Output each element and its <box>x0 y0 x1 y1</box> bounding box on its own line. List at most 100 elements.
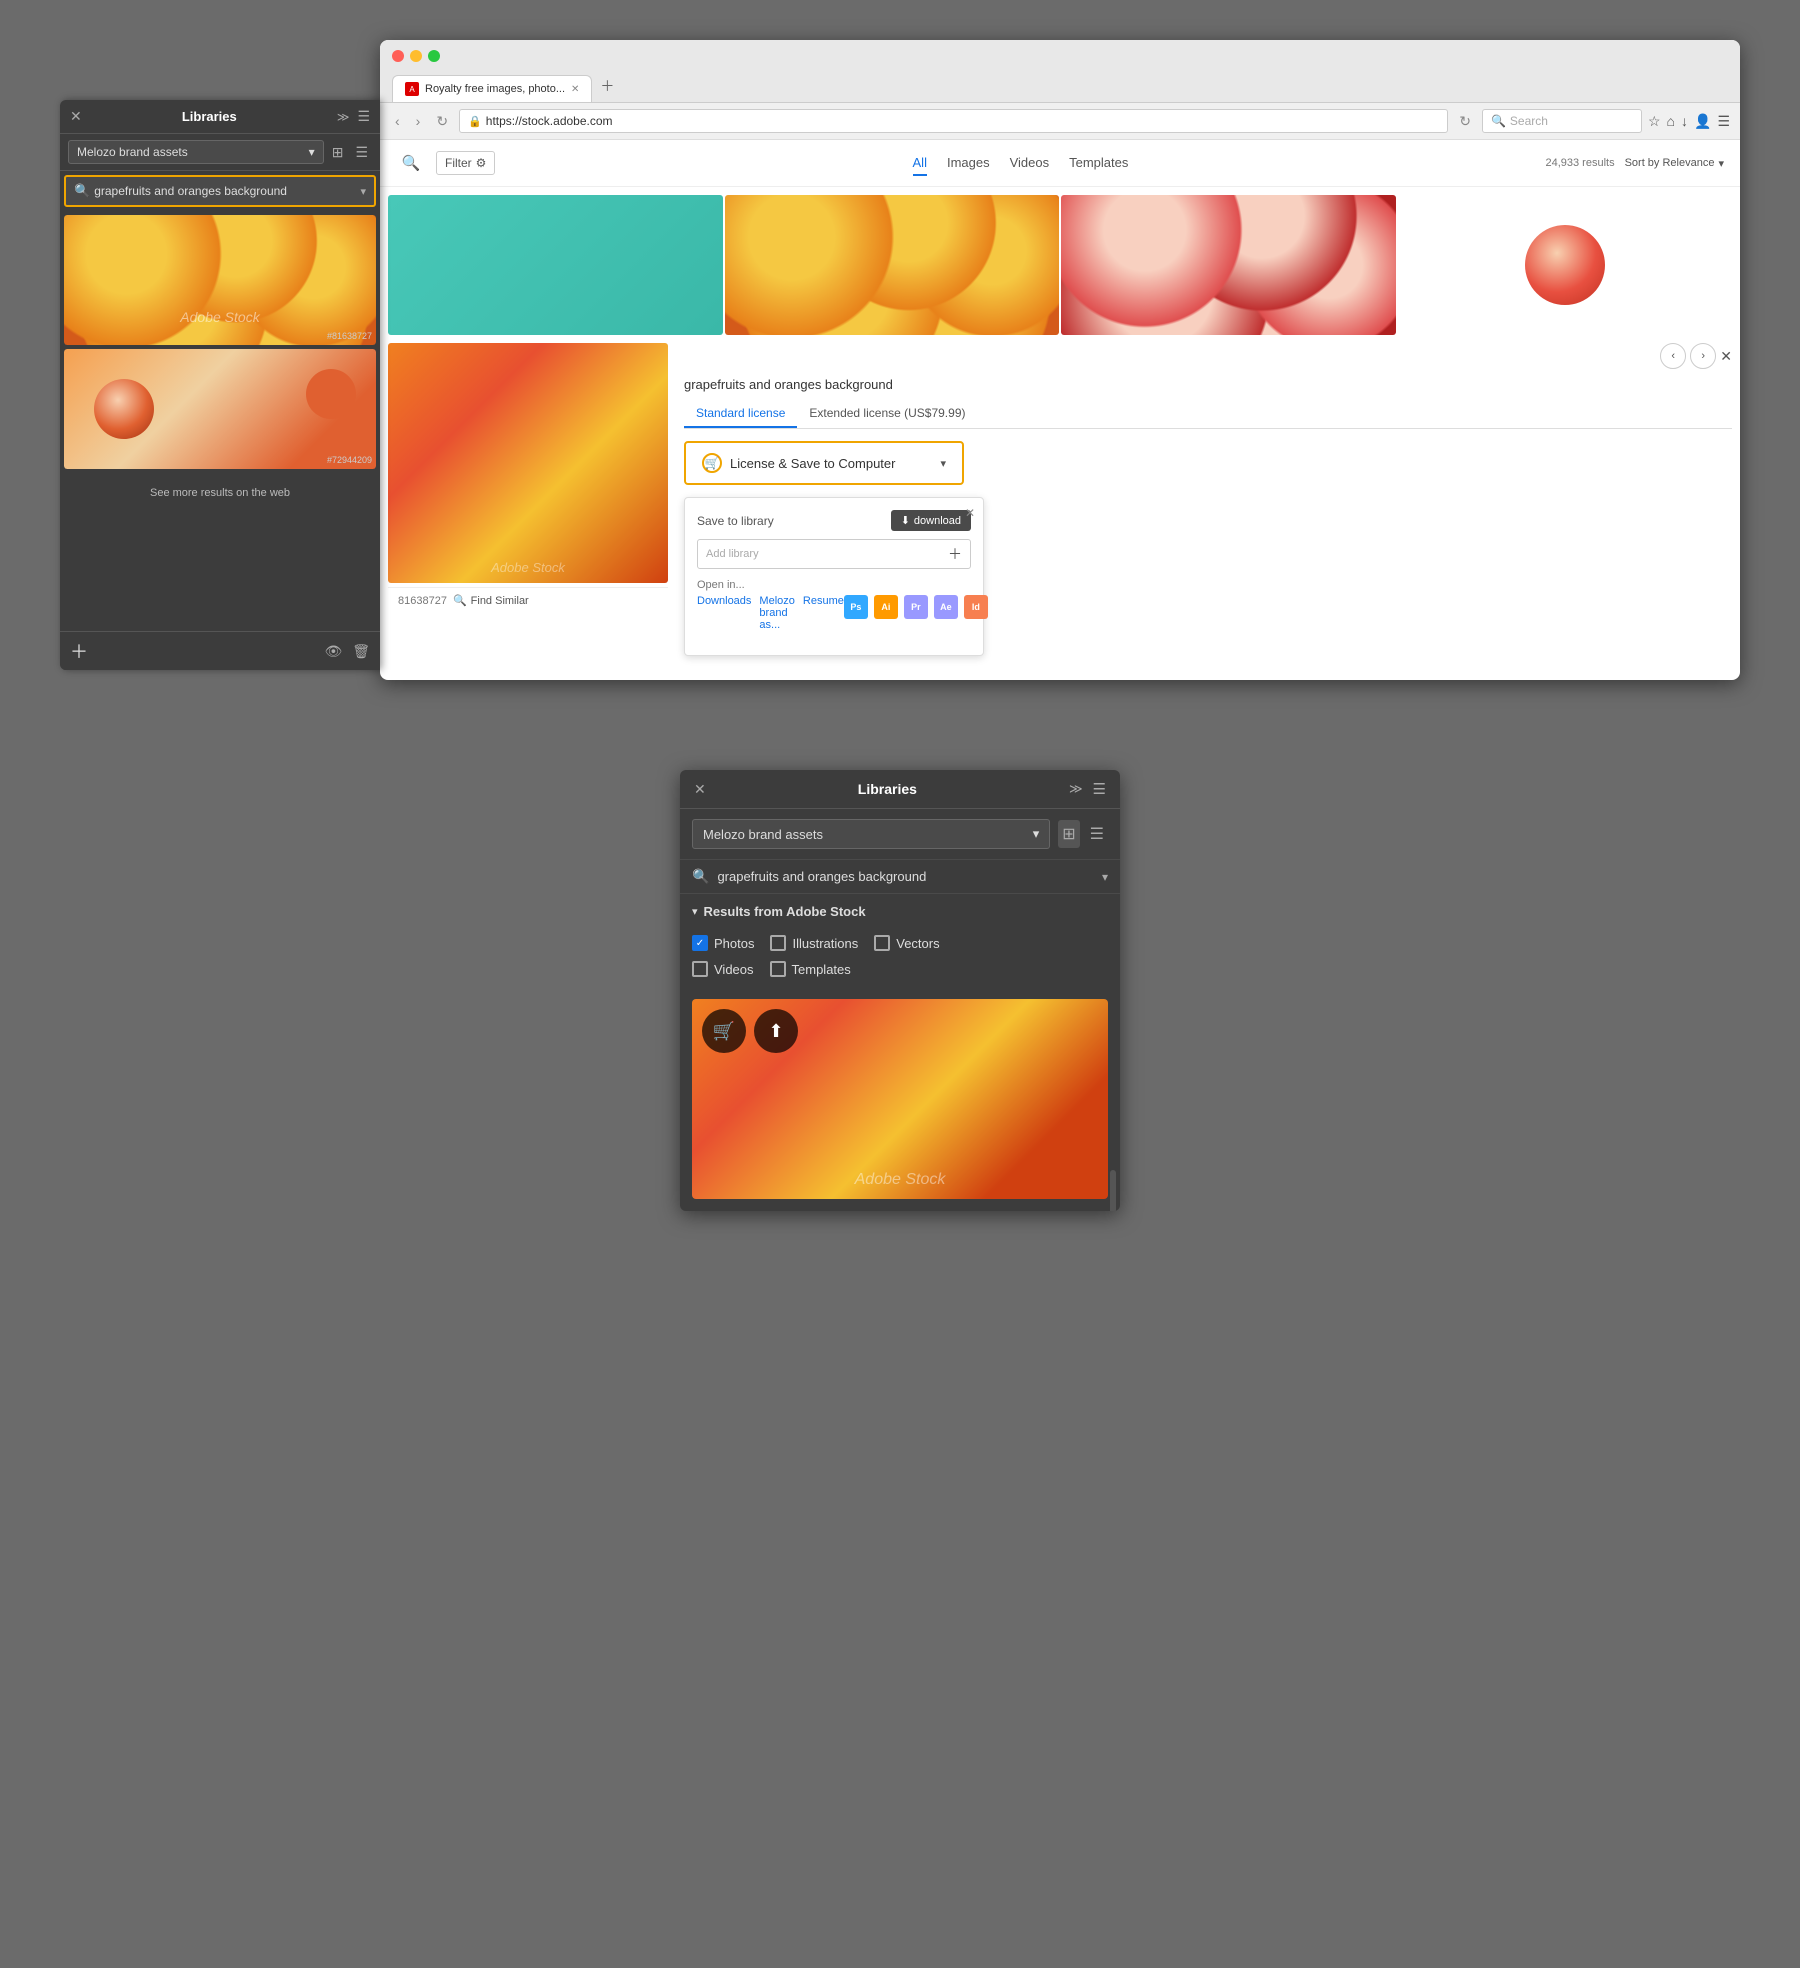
detail-right-panel: ‹ › ✕ grapefruits and oranges background… <box>684 343 1732 656</box>
stock-content: 🔍 Filter ⚙ All Images Videos <box>380 140 1740 664</box>
results-section-header: ▾ Results from Adobe Stock <box>680 894 1120 929</box>
add-library-input[interactable]: Add library ＋ <box>697 539 971 569</box>
navigation-arrows: ‹ › ✕ <box>684 343 1732 369</box>
detail-close-icon[interactable]: ✕ <box>1720 348 1732 365</box>
filter-vectors[interactable]: Vectors <box>874 935 939 951</box>
large-view-icons: ⊞ ☰ <box>1058 820 1108 848</box>
grid-view-icon[interactable]: ⊞ <box>1058 820 1079 848</box>
search-icon: 🔍 <box>692 868 709 885</box>
search-icon: 🔍 <box>1491 114 1506 128</box>
download-button[interactable]: ⬇ download <box>891 510 971 531</box>
filter-button[interactable]: Filter ⚙ <box>436 151 495 175</box>
filter-templates[interactable]: Templates <box>770 961 851 977</box>
filter-icon: ⚙ <box>476 156 487 170</box>
templates-checkbox[interactable] <box>770 961 786 977</box>
resume-link[interactable]: Resume <box>803 595 844 631</box>
large-image-area[interactable]: 🛒 ⬆ Adobe Stock <box>692 999 1108 1199</box>
brand-link[interactable]: Melozo brand as... <box>759 595 794 631</box>
forward-button[interactable]: › <box>411 110 426 132</box>
delete-icon[interactable]: 🗑 <box>352 643 370 660</box>
prev-arrow[interactable]: ‹ <box>1660 343 1686 369</box>
standard-license-tab[interactable]: Standard license <box>684 400 797 428</box>
close-window-button[interactable] <box>392 50 404 62</box>
section-collapse-icon[interactable]: ▾ <box>692 905 698 918</box>
license-tabs: Standard license Extended license (US$79… <box>684 400 1732 429</box>
add-library-plus-icon[interactable]: ＋ <box>948 544 962 564</box>
brand-dropdown[interactable]: Melozo brand assets ▾ <box>68 140 324 164</box>
account-icon[interactable]: 👤 <box>1694 113 1711 130</box>
grid-image-4[interactable] <box>1398 195 1733 335</box>
illustrations-checkbox[interactable] <box>770 935 786 951</box>
minimize-window-button[interactable] <box>410 50 422 62</box>
premiere-icon[interactable]: Pr <box>904 595 928 619</box>
large-brand-dropdown[interactable]: Melozo brand assets ▾ <box>692 819 1050 849</box>
tab-all[interactable]: All <box>913 151 927 176</box>
stock-search-icon[interactable]: 🔍 <box>396 148 426 178</box>
filter-illustrations[interactable]: Illustrations <box>770 935 858 951</box>
vectors-checkbox[interactable] <box>874 935 890 951</box>
scrollbar[interactable] <box>1110 1170 1116 1211</box>
close-icon[interactable]: ✕ <box>70 108 82 125</box>
chevron-down-icon: ▾ <box>1033 826 1040 842</box>
after-effects-icon[interactable]: Ae <box>934 595 958 619</box>
indesign-icon[interactable]: Id <box>964 595 988 619</box>
eye-icon[interactable]: 👁 <box>324 643 342 660</box>
list-view-icon[interactable]: ☰ <box>1086 820 1108 848</box>
find-similar-button[interactable]: 🔍 Find Similar <box>453 594 529 607</box>
filter-videos[interactable]: Videos <box>692 961 754 977</box>
search-chevron-icon: ▾ <box>360 185 366 198</box>
see-more-link[interactable]: See more results on the web <box>60 477 380 509</box>
download-button[interactable]: ⬆ <box>754 1009 798 1053</box>
license-save-button[interactable]: 🛒 License & Save to Computer ▾ <box>684 441 964 485</box>
tab-images[interactable]: Images <box>947 151 990 176</box>
tab-videos[interactable]: Videos <box>1010 151 1050 176</box>
next-arrow[interactable]: › <box>1690 343 1716 369</box>
refresh-button[interactable]: ↻ <box>431 110 453 133</box>
settings-icon[interactable]: ☰ <box>1717 113 1730 130</box>
detail-image[interactable]: Adobe Stock <box>388 343 668 583</box>
illustrator-icon[interactable]: Ai <box>874 595 898 619</box>
dropdown-close-icon[interactable]: ✕ <box>965 506 975 520</box>
active-tab[interactable]: A Royalty free images, photo... ✕ <box>392 75 592 102</box>
browser-search-bar[interactable]: 🔍 Search <box>1482 109 1642 133</box>
menu-icon[interactable]: ☰ <box>1093 780 1106 798</box>
license-btn-text: License & Save to Computer <box>730 456 932 471</box>
photos-checkbox[interactable] <box>692 935 708 951</box>
lock-icon: 🔒 <box>468 115 482 128</box>
image-overlay-buttons: 🛒 ⬆ <box>702 1009 798 1053</box>
videos-checkbox[interactable] <box>692 961 708 977</box>
large-dropdown-row: Melozo brand assets ▾ ⊞ ☰ <box>680 809 1120 860</box>
grid-view-icon[interactable]: ⊞ <box>328 142 348 163</box>
photoshop-icon[interactable]: Ps <box>844 595 868 619</box>
menu-icon[interactable]: ☰ <box>357 108 370 125</box>
downloads-link[interactable]: Downloads <box>697 595 751 631</box>
add-to-cart-button[interactable]: 🛒 <box>702 1009 746 1053</box>
add-button[interactable]: ＋ <box>70 638 88 664</box>
back-button[interactable]: ‹ <box>390 110 405 132</box>
tab-templates[interactable]: Templates <box>1069 151 1128 176</box>
collapse-icon[interactable]: ≫ <box>337 110 350 124</box>
reload-button[interactable]: ↻ <box>1454 110 1476 133</box>
tab-close-icon[interactable]: ✕ <box>571 84 579 95</box>
home-icon[interactable]: ⌂ <box>1667 113 1675 129</box>
grid-image-1[interactable] <box>388 195 723 335</box>
large-panel-header: ✕ Libraries ≫ ☰ <box>680 770 1120 809</box>
bookmark-icon[interactable]: ☆ <box>1648 113 1661 130</box>
list-item[interactable]: Adobe Stock #81638727 <box>64 215 376 345</box>
download-icon: ⬇ <box>901 514 910 527</box>
list-view-icon[interactable]: ☰ <box>351 142 372 163</box>
close-icon[interactable]: ✕ <box>694 781 706 798</box>
list-item[interactable]: #72944209 <box>64 349 376 469</box>
collapse-icon[interactable]: ≫ <box>1069 781 1083 797</box>
filter-photos[interactable]: Photos <box>692 935 754 951</box>
maximize-window-button[interactable] <box>428 50 440 62</box>
url-bar[interactable]: 🔒 https://stock.adobe.com <box>459 109 1448 133</box>
download-icon[interactable]: ↓ <box>1681 113 1688 129</box>
grid-image-3[interactable] <box>1061 195 1396 335</box>
extended-license-tab[interactable]: Extended license (US$79.99) <box>797 400 977 428</box>
sort-dropdown[interactable]: Sort by Relevance ▾ <box>1625 157 1724 170</box>
filter-row-2: Videos Templates <box>692 961 1108 977</box>
grid-image-2[interactable] <box>725 195 1060 335</box>
new-tab-button[interactable]: ＋ <box>592 70 622 102</box>
bottom-icons: 👁 🗑 <box>324 643 370 660</box>
